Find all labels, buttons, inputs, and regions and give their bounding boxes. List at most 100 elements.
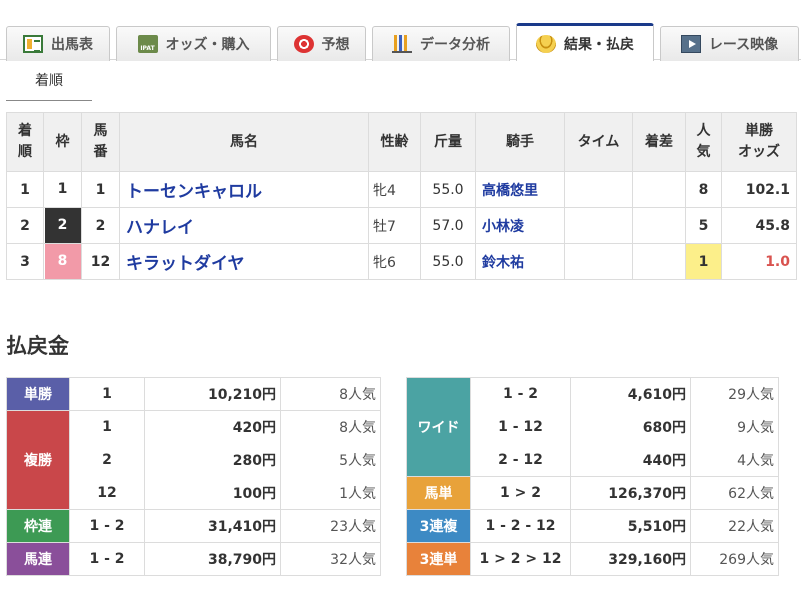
payout-amount-cell: 4,610円 [570,377,691,411]
payout-amount-cell: 126,370円 [570,476,691,510]
waku-cell: 8 [43,243,82,280]
payout-row: 馬連 1 - 2 38,790円 32人気 [6,542,381,576]
odds-cell: 1.0 [721,243,797,280]
payout-popularity-cell: 32人気 [280,542,381,576]
sexage-cell: 牝4 [368,171,421,208]
header-name: 馬名 [119,112,369,172]
tab-results-payout[interactable]: 結果・払戻 [516,23,654,61]
header-weight: 斤量 [420,112,476,172]
tab-label: レース映像 [708,37,779,53]
combination-cell: 1 - 2 - 12 [470,509,571,543]
umaban-cell: 12 [81,243,120,280]
bet-type-label: 枠連 [6,509,70,543]
jockey-link[interactable]: 鈴木祐 [475,243,565,280]
bet-type-label: 3連単 [406,542,471,576]
table-row: 2 2 2 ハナレイ 牡7 57.0 小林凌 5 45.8 [6,207,797,244]
odds-cell: 102.1 [721,171,797,208]
payout-title: 払戻金 [6,334,69,358]
weight-cell: 55.0 [420,171,476,208]
payout-amount-cell: 100円 [144,476,281,510]
time-cell [564,207,633,244]
payout-amount-cell: 5,510円 [570,509,691,543]
jockey-link[interactable]: 小林凌 [475,207,565,244]
payout-amount-cell: 420円 [144,410,281,444]
popularity-cell: 8 [685,171,722,208]
tab-data-analysis[interactable]: データ分析 [372,26,510,61]
odds-cell: 45.8 [721,207,797,244]
payout-popularity-cell: 5人気 [280,443,381,477]
payout-amount-cell: 329,160円 [570,542,691,576]
header-time: タイム [564,112,633,172]
payout-row: 単勝 1 10,210円 8人気 [6,377,381,411]
payout-popularity-cell: 23人気 [280,509,381,543]
bar-chart-icon [392,35,412,53]
tab-bar: 出馬表 オッズ・購入 予想 データ分析 結果・払戻 レース映像 [0,22,801,61]
payout-popularity-cell: 62人気 [690,476,779,510]
tab-label: オッズ・購入 [165,37,250,53]
tab-label: 予想 [321,37,350,53]
tab-label: データ分析 [420,37,490,53]
bet-type-label: ワイド [406,377,471,477]
sexage-cell: 牡7 [368,207,421,244]
table-row: 1 1 1 トーセンキャロル 牝4 55.0 高橋悠里 8 102.1 [6,171,797,208]
payout-popularity-cell: 8人気 [280,377,381,411]
header-odds: 単勝 オッズ [721,112,797,172]
margin-cell [632,243,686,280]
waku-cell: 1 [43,171,82,208]
rank-cell: 3 [6,243,44,280]
payout-popularity-cell: 4人気 [690,443,779,477]
weight-cell: 57.0 [420,207,476,244]
header-pop: 人気 [685,112,722,172]
header-sexage: 性齢 [368,112,421,172]
header-waku: 枠 [43,112,82,172]
tab-label: 出馬表 [51,37,93,53]
tab-entry-list[interactable]: 出馬表 [6,26,110,61]
payout-table-left: 単勝 1 10,210円 8人気 複勝 1 420円 8人気 2 280円 5人気 12 100円 1人気… [6,377,381,576]
combination-cell: 1 - 2 [69,542,145,576]
waku-cell: 2 [43,207,82,244]
combination-cell: 1 - 12 [470,410,571,444]
target-icon [293,35,314,53]
tab-prediction[interactable]: 予想 [277,26,366,61]
sexage-cell: 牝6 [368,243,421,280]
time-cell [564,243,633,280]
tab-race-video[interactable]: レース映像 [660,26,799,61]
horse-name-link[interactable]: キラットダイヤ [119,243,369,280]
payout-row: 複勝 1 420円 8人気 [6,410,381,510]
combination-cell: 2 [69,443,145,477]
payout-row: ワイド 1 - 2 4,610円 29人気 [406,377,779,477]
combination-cell: 1 - 2 [69,509,145,543]
payout-popularity-cell: 269人気 [690,542,779,576]
horse-name-link[interactable]: トーセンキャロル [119,171,369,208]
coins-icon [536,34,556,53]
header-umaban: 馬番 [81,112,120,172]
payout-popularity-cell: 9人気 [690,410,779,444]
tab-label: 結果・払戻 [564,36,634,53]
entry-list-icon [23,35,43,53]
rank-cell: 2 [6,207,44,244]
bet-type-label: 複勝 [6,410,70,510]
payout-popularity-cell: 22人気 [690,509,779,543]
combination-cell: 1 > 2 [470,476,571,510]
combination-cell: 1 [69,377,145,411]
tab-odds-purchase[interactable]: オッズ・購入 [116,26,271,61]
popularity-cell: 5 [685,207,722,244]
payout-row: 3連複 1 - 2 - 12 5,510円 22人気 [406,509,779,543]
payout-amount-cell: 440円 [570,443,691,477]
video-icon [680,35,701,53]
results-table: 着順 枠 馬番 馬名 性齢 斤量 騎手 タイム 着差 人気 単勝 オッズ 111ト… [6,112,797,280]
combination-cell: 1 > 2 > 12 [470,542,571,576]
jockey-link[interactable]: 高橋悠里 [475,171,565,208]
subtab-finish-order[interactable]: 着順 [6,66,92,101]
bet-type-label: 単勝 [6,377,70,411]
popularity-cell: 1 [685,243,722,280]
payout-popularity-cell: 1人気 [280,476,381,510]
payout-row: 馬単 1 > 2 126,370円 62人気 [406,476,779,510]
time-cell [564,171,633,208]
payout-amount-cell: 31,410円 [144,509,281,543]
bet-type-label: 馬連 [6,542,70,576]
horse-name-link[interactable]: ハナレイ [119,207,369,244]
waku-badge: 2 [44,208,81,243]
payout-popularity-cell: 29人気 [690,377,779,411]
payout-row: 枠連 1 - 2 31,410円 23人気 [6,509,381,543]
